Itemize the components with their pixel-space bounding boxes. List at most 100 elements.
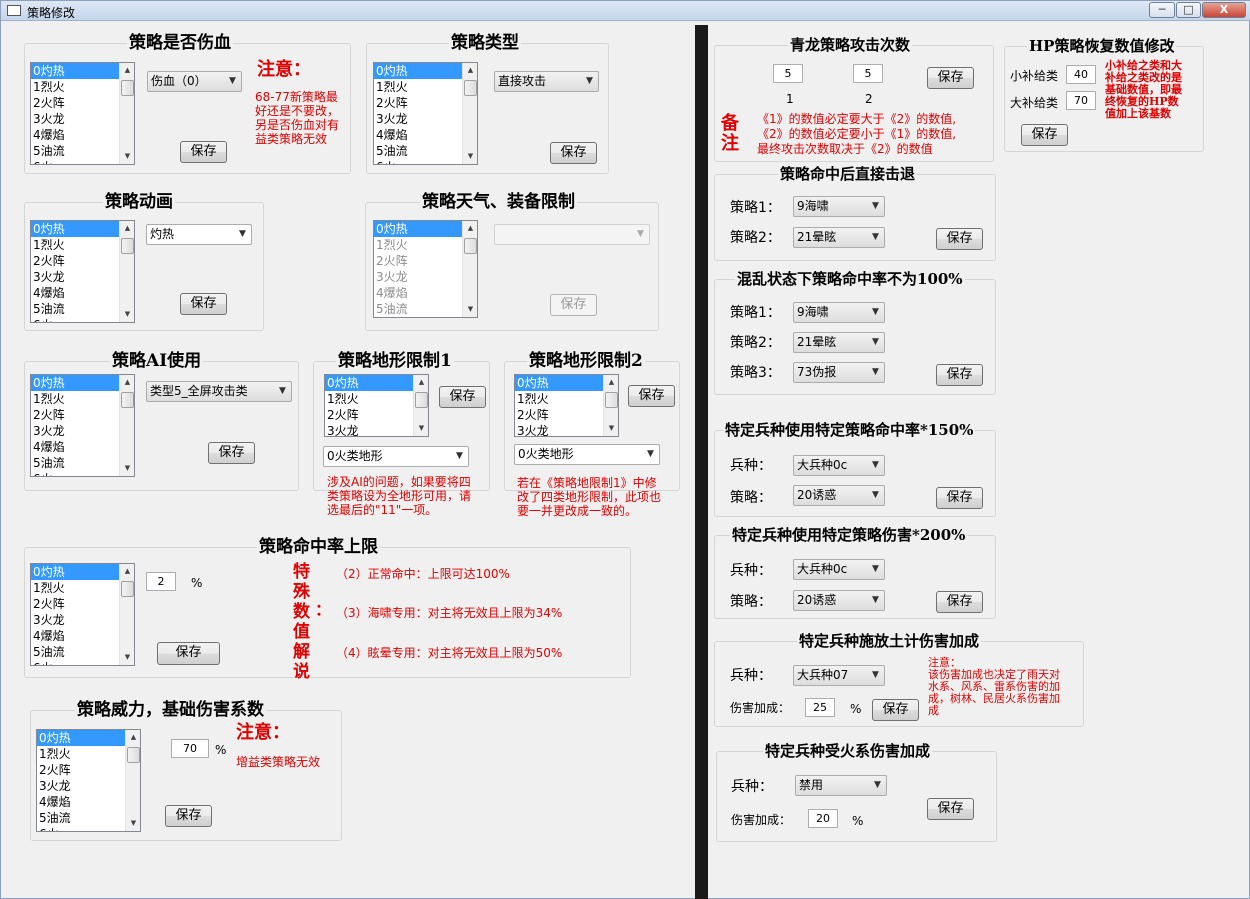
scroll-down-icon[interactable]: ▼ — [126, 816, 140, 831]
scroll-up-icon[interactable]: ▲ — [120, 375, 134, 390]
scroll-thumb[interactable] — [464, 238, 477, 254]
chevron-down-icon: ▼ — [872, 670, 879, 680]
save-button[interactable]: 保存 — [208, 442, 255, 464]
scrollbar[interactable]: ▲ ▼ — [125, 730, 140, 831]
scroll-up-icon[interactable]: ▲ — [120, 221, 134, 236]
scroll-up-icon[interactable]: ▲ — [463, 221, 477, 236]
save-button[interactable]: 保存 — [180, 293, 227, 315]
scrollbar[interactable]: ▲ ▼ — [603, 375, 618, 436]
group-title: 策略地形限制2 — [527, 351, 645, 371]
scroll-thumb[interactable] — [127, 747, 140, 763]
scrollbar[interactable]: ▲ ▼ — [462, 63, 477, 164]
scroll-thumb[interactable] — [464, 80, 477, 96]
save-button[interactable]: 保存 — [1021, 124, 1068, 146]
save-button[interactable]: 保存 — [165, 805, 212, 827]
terrain1-select[interactable]: 0火类地形 ▼ — [323, 446, 469, 467]
scroll-up-icon[interactable]: ▲ — [120, 564, 134, 579]
tactic-listbox[interactable]: 0灼热1烈火2火阵3火龙4爆焰5油流6火▲▼ — [373, 220, 478, 318]
title-bar[interactable]: 策略修改 ─ □ X — [1, 1, 1250, 21]
scroll-down-icon[interactable]: ▼ — [463, 149, 477, 164]
tactic-listbox[interactable]: 0灼热1烈火2火阵3火龙4爆焰5油流6火▲▼ — [514, 374, 619, 437]
scroll-thumb[interactable] — [121, 392, 134, 408]
scrollbar[interactable]: ▲ ▼ — [413, 375, 428, 436]
scroll-down-icon[interactable]: ▼ — [463, 302, 477, 317]
ai-select[interactable]: 类型5_全屏攻击类 ▼ — [146, 381, 292, 402]
scrollbar[interactable]: ▲ ▼ — [119, 564, 134, 665]
scroll-thumb[interactable] — [415, 392, 428, 408]
scroll-down-icon[interactable]: ▼ — [120, 650, 134, 665]
scroll-up-icon[interactable]: ▲ — [126, 730, 140, 745]
tactic-listbox[interactable]: 0灼热1烈火2火阵3火龙4爆焰5油流6火▲▼ — [30, 62, 135, 165]
save-button[interactable]: 保存 — [550, 142, 597, 164]
tactic2-label: 策略2： — [730, 230, 781, 246]
save-button[interactable]: 保存 — [936, 487, 983, 509]
maximize-button[interactable]: □ — [1176, 2, 1201, 18]
knockback-tactic1-select[interactable]: 9海啸 ▼ — [793, 196, 885, 217]
tactic-listbox[interactable]: 0灼热1烈火2火阵3火龙4爆焰5油流6火▲▼ — [36, 729, 141, 832]
close-button[interactable]: X — [1202, 2, 1246, 18]
save-button[interactable]: 保存 — [927, 798, 974, 820]
terrain2-select[interactable]: 0火类地形 ▼ — [514, 444, 660, 465]
scroll-down-icon[interactable]: ▼ — [120, 461, 134, 476]
dmg200-tactic-select[interactable]: 20诱惑 ▼ — [793, 590, 885, 611]
list-item[interactable]: 6火 — [374, 317, 477, 318]
type-select[interactable]: 直接攻击 ▼ — [494, 71, 599, 92]
tactic-listbox[interactable]: 0灼热1烈火2火阵3火龙4爆焰5油流6火▲▼ — [324, 374, 429, 437]
fire-unit-select[interactable]: 禁用 ▼ — [795, 775, 887, 796]
confusion-tactic3-select[interactable]: 73伪报 ▼ — [793, 362, 885, 383]
scrollbar[interactable]: ▲ ▼ — [119, 63, 134, 164]
save-button[interactable]: 保存 — [628, 385, 675, 407]
save-button[interactable]: 保存 — [936, 228, 983, 250]
save-button[interactable]: 保存 — [936, 364, 983, 386]
scroll-up-icon[interactable]: ▲ — [120, 63, 134, 78]
confusion-tactic1-select[interactable]: 9海啸 ▼ — [793, 302, 885, 323]
select-value: 21晕眩 — [797, 335, 837, 349]
earth-unit-select[interactable]: 大兵种07 ▼ — [793, 665, 885, 686]
scroll-thumb[interactable] — [121, 238, 134, 254]
save-button[interactable]: 保存 — [550, 294, 597, 316]
scroll-up-icon[interactable]: ▲ — [463, 63, 477, 78]
save-button[interactable]: 保存 — [872, 699, 919, 721]
hit150-unit-select[interactable]: 大兵种0c ▼ — [793, 455, 885, 476]
qinglong-input-1[interactable]: 5 — [773, 64, 803, 83]
dmg200-unit-select[interactable]: 大兵种0c ▼ — [793, 559, 885, 580]
save-button[interactable]: 保存 — [157, 642, 220, 665]
scroll-up-icon[interactable]: ▲ — [604, 375, 618, 390]
tactic-listbox[interactable]: 0灼热1烈火2火阵3火龙4爆焰5油流6火▲▼ — [30, 563, 135, 666]
minimize-button[interactable]: ─ — [1149, 2, 1175, 18]
knockback-tactic2-select[interactable]: 21晕眩 ▼ — [793, 227, 885, 248]
scrollbar[interactable]: ▲ ▼ — [119, 221, 134, 322]
scroll-thumb[interactable] — [605, 392, 618, 408]
bleed-select[interactable]: 伤血（0） ▼ — [147, 71, 242, 92]
weather-select[interactable]: ▼ — [494, 224, 650, 245]
save-button[interactable]: 保存 — [180, 141, 227, 163]
scroll-thumb[interactable] — [121, 80, 134, 96]
hitcap-input[interactable]: 2 — [146, 572, 176, 591]
animation-select[interactable]: 灼热 ▼ — [146, 224, 252, 245]
earth-bonus-input[interactable]: 25 — [805, 698, 835, 717]
scrollbar[interactable]: ▲ ▼ — [462, 221, 477, 317]
qinglong-input-2[interactable]: 5 — [853, 64, 883, 83]
remark-line-3: 最终攻击次数取决于《2》的数值 — [757, 142, 933, 156]
power-input[interactable]: 70 — [171, 739, 209, 758]
fire-bonus-input[interactable]: 20 — [808, 809, 838, 828]
save-button[interactable]: 保存 — [936, 591, 983, 613]
save-button[interactable]: 保存 — [927, 67, 974, 89]
confusion-tactic2-select[interactable]: 21晕眩 ▼ — [793, 332, 885, 353]
hit150-tactic-select[interactable]: 20诱惑 ▼ — [793, 485, 885, 506]
big-supply-input[interactable]: 70 — [1066, 91, 1096, 110]
tactic-listbox[interactable]: 0灼热1烈火2火阵3火龙4爆焰5油流6火▲▼ — [30, 374, 135, 477]
scroll-thumb[interactable] — [121, 581, 134, 597]
scroll-down-icon[interactable]: ▼ — [414, 421, 428, 436]
scroll-down-icon[interactable]: ▼ — [604, 421, 618, 436]
special-value-title: 特殊数值解说 — [293, 562, 310, 682]
scroll-up-icon[interactable]: ▲ — [414, 375, 428, 390]
small-supply-input[interactable]: 40 — [1066, 65, 1096, 84]
tactic-listbox[interactable]: 0灼热1烈火2火阵3火龙4爆焰5油流6火▲▼ — [30, 220, 135, 323]
tactic-listbox[interactable]: 0灼热1烈火2火阵3火龙4爆焰5油流6火▲▼ — [373, 62, 478, 165]
chevron-down-icon: ▼ — [872, 337, 879, 347]
scroll-down-icon[interactable]: ▼ — [120, 307, 134, 322]
scrollbar[interactable]: ▲ ▼ — [119, 375, 134, 476]
save-button[interactable]: 保存 — [439, 386, 486, 408]
scroll-down-icon[interactable]: ▼ — [120, 149, 134, 164]
